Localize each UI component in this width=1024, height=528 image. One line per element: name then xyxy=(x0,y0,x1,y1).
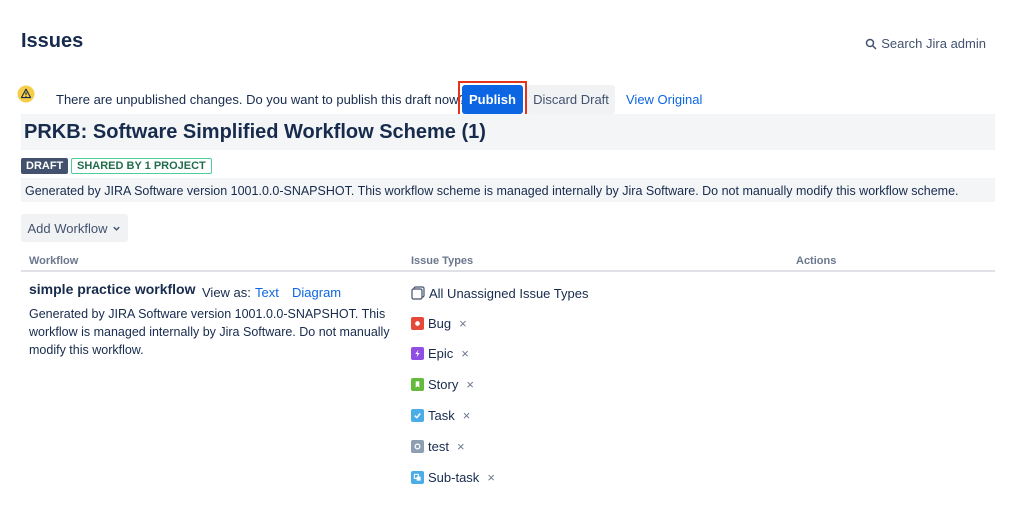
view-as-diagram-link[interactable]: Diagram xyxy=(292,285,341,300)
task-icon xyxy=(411,408,424,422)
issue-type-epic: Epic × xyxy=(411,345,469,361)
add-workflow-label: Add Workflow xyxy=(27,220,108,236)
test-icon xyxy=(411,439,424,453)
shared-by-project-lozenge[interactable]: SHARED BY 1 PROJECT xyxy=(71,158,212,174)
draft-notice-message: There are unpublished changes. Do you wa… xyxy=(56,92,466,107)
remove-subtask-icon[interactable]: × xyxy=(487,470,495,485)
page-title: Issues xyxy=(21,30,84,52)
issue-type-label: Bug xyxy=(428,315,452,331)
bug-icon xyxy=(411,316,424,330)
remove-task-icon[interactable]: × xyxy=(463,408,471,423)
discard-draft-button[interactable]: Discard Draft xyxy=(527,85,615,114)
story-icon xyxy=(411,377,424,391)
search-admin-link[interactable]: Search Jira admin xyxy=(865,36,986,51)
issue-type-test: test × xyxy=(411,438,465,454)
workflow-table-header: Workflow Issue Types Actions xyxy=(21,252,995,272)
remove-epic-icon[interactable]: × xyxy=(461,346,469,361)
search-icon xyxy=(865,38,877,50)
remove-story-icon[interactable]: × xyxy=(466,377,474,392)
issue-type-story: Story × xyxy=(411,376,474,392)
issue-type-label: Epic xyxy=(428,345,454,361)
issue-type-label: Task xyxy=(428,407,455,423)
view-as-label: View as: xyxy=(202,285,251,300)
warning-icon xyxy=(17,85,35,103)
scheme-title: PRKB: Software Simplified Workflow Schem… xyxy=(24,121,486,143)
unassigned-icon xyxy=(411,286,425,300)
scheme-description: Generated by JIRA Software version 1001.… xyxy=(21,178,995,202)
workflow-description: Generated by JIRA Software version 1001.… xyxy=(29,307,390,357)
add-workflow-button[interactable]: Add Workflow xyxy=(21,214,128,242)
issue-type-subtask: Sub-task × xyxy=(411,469,495,485)
epic-icon xyxy=(411,346,424,360)
issue-type-label: Sub-task xyxy=(428,469,480,485)
column-header-issue-types: Issue Types xyxy=(411,255,474,267)
remove-bug-icon[interactable]: × xyxy=(459,316,467,331)
workflow-name: simple practice workflow xyxy=(29,281,196,297)
remove-test-icon[interactable]: × xyxy=(457,439,465,454)
scheme-header: PRKB: Software Simplified Workflow Schem… xyxy=(21,114,995,150)
subtask-icon xyxy=(411,470,424,484)
chevron-down-icon xyxy=(113,226,121,231)
publish-button[interactable]: Publish xyxy=(462,85,523,114)
issue-type-bug: Bug × xyxy=(411,315,467,331)
view-as-text-link[interactable]: Text xyxy=(255,285,279,300)
column-header-actions: Actions xyxy=(796,255,837,267)
view-original-link[interactable]: View Original xyxy=(626,92,702,107)
search-admin-label: Search Jira admin xyxy=(881,36,986,51)
issue-type-label: test xyxy=(428,438,449,454)
draft-lozenge: DRAFT xyxy=(21,158,69,174)
issue-type-all-unassigned: All Unassigned Issue Types xyxy=(411,285,588,301)
column-header-workflow: Workflow xyxy=(29,255,79,267)
issue-type-label: All Unassigned Issue Types xyxy=(429,285,589,301)
issue-type-label: Story xyxy=(428,376,459,392)
issue-type-task: Task × xyxy=(411,407,470,423)
